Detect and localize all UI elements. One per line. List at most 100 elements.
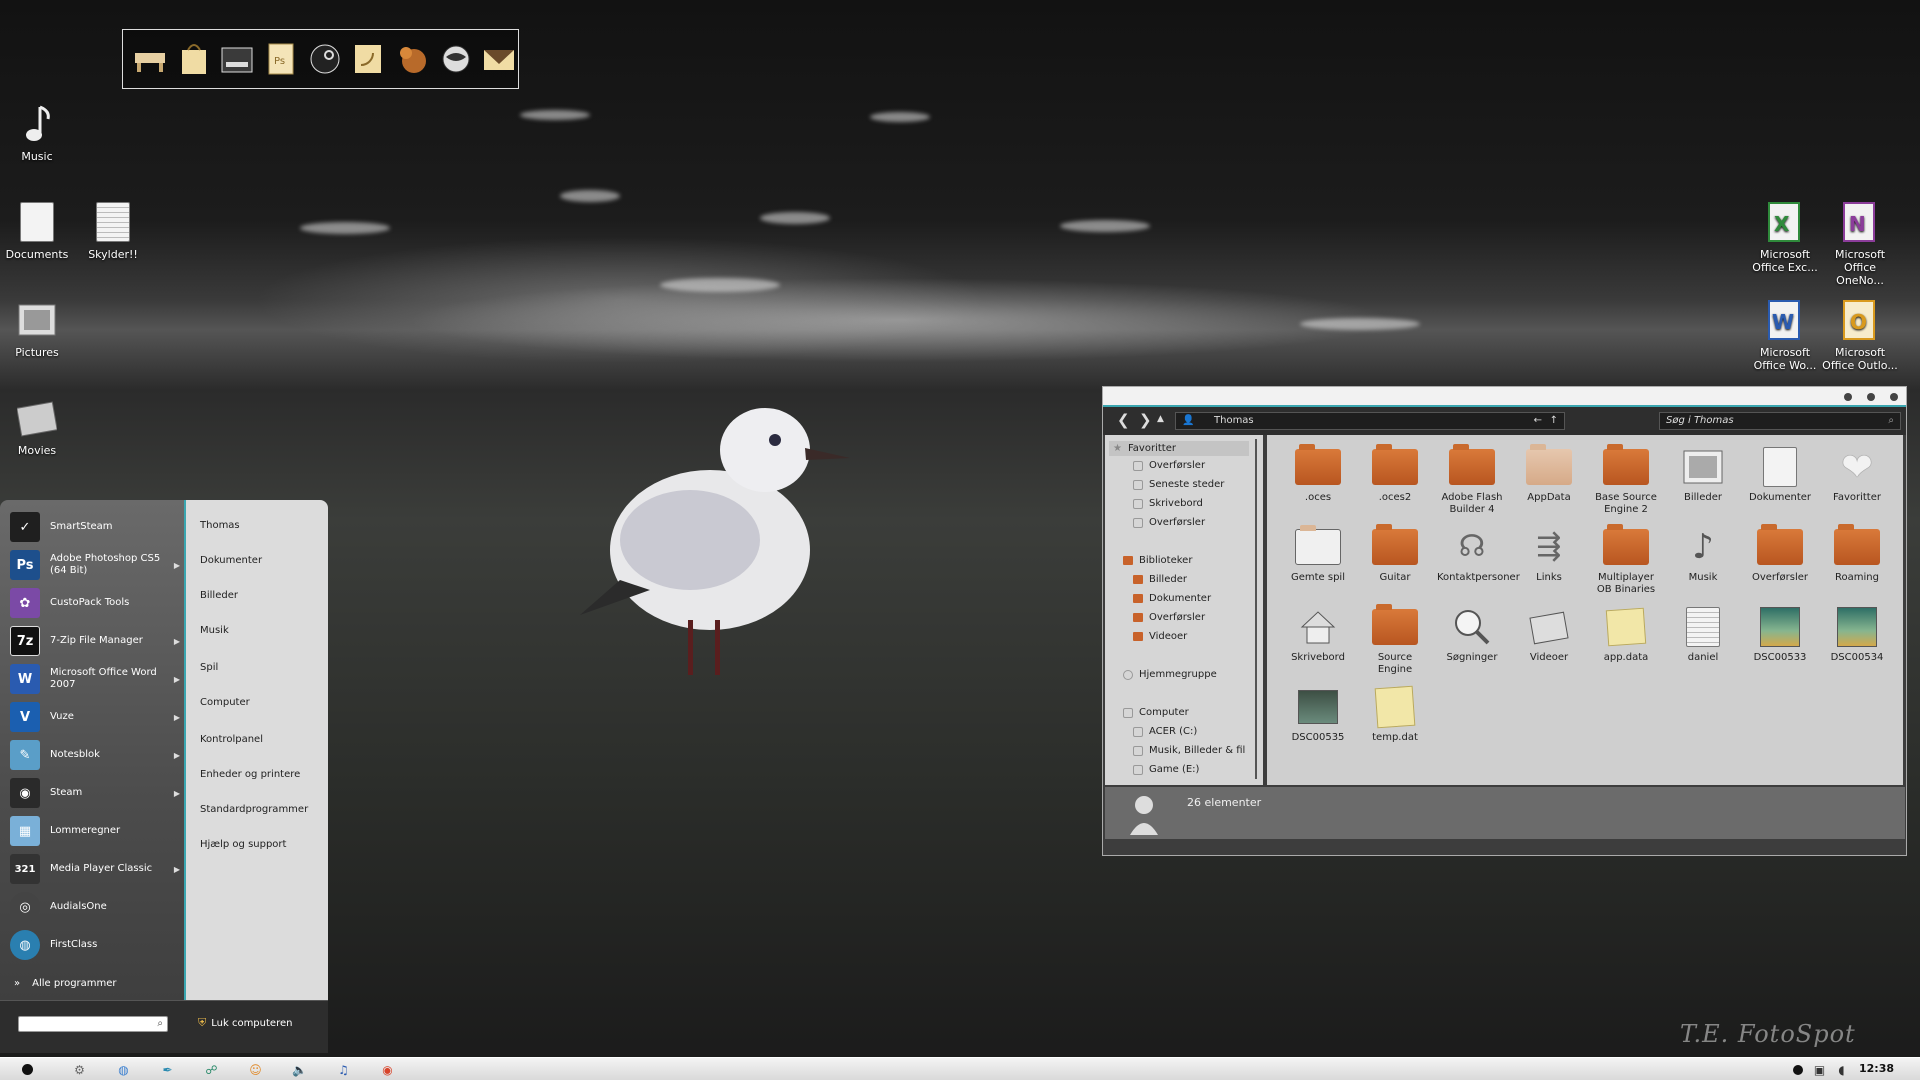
close-button[interactable]: [1890, 393, 1898, 401]
file-item[interactable]: DSC00533: [1745, 605, 1815, 664]
up-arrow-icon[interactable]: ↑: [1550, 413, 1558, 429]
file-item[interactable]: DSC00534: [1822, 605, 1892, 664]
network-icon[interactable]: ☍: [204, 1062, 219, 1077]
nav-seneste-steder[interactable]: Seneste steder: [1133, 479, 1224, 490]
nav-billeder[interactable]: Billeder: [1133, 574, 1187, 585]
desktop-icon-music[interactable]: Music: [0, 102, 77, 163]
program-vuze[interactable]: V Vuze ▶: [10, 700, 180, 734]
file-item[interactable]: ⇶ Links: [1514, 525, 1584, 584]
file-item[interactable]: Skrivebord: [1283, 605, 1353, 664]
back-arrow-icon[interactable]: ←: [1534, 413, 1542, 429]
start-link-enheder[interactable]: Enheder og printere: [200, 769, 300, 780]
start-search-input[interactable]: ⌕: [18, 1016, 168, 1032]
nav-drive-c[interactable]: ACER (C:): [1133, 726, 1197, 737]
file-item[interactable]: app.data: [1591, 605, 1661, 664]
chrome-icon[interactable]: ◉: [380, 1062, 395, 1077]
nav-skrivebord[interactable]: Skrivebord: [1133, 498, 1203, 509]
nav-hjemmegruppe[interactable]: Hjemmegruppe: [1123, 669, 1217, 680]
start-link-standardprogrammer[interactable]: Standardprogrammer: [200, 804, 308, 815]
globe-icon[interactable]: [437, 40, 475, 78]
file-item[interactable]: Adobe Flash Builder 4: [1437, 444, 1507, 516]
program-7zip[interactable]: 7z 7-Zip File Manager ▶: [10, 624, 180, 658]
nav-videoer[interactable]: Videoer: [1133, 631, 1187, 642]
start-link-kontrolpanel[interactable]: Kontrolpanel: [200, 734, 263, 745]
start-link-musik[interactable]: Musik: [200, 625, 229, 636]
volume-icon[interactable]: 🔈: [292, 1062, 307, 1077]
desktop-icon-documents[interactable]: Documents: [0, 200, 77, 261]
program-photoshop[interactable]: Ps Adobe Photoshop CS5 (64 Bit) ▶: [10, 548, 180, 582]
file-item[interactable]: ♪ Musik: [1668, 525, 1738, 584]
desktop-icon-pictures[interactable]: Pictures: [0, 298, 77, 359]
file-item[interactable]: Guitar: [1360, 524, 1430, 584]
nav-computer[interactable]: Computer: [1123, 707, 1189, 718]
program-notesblok[interactable]: ✎ Notesblok ▶: [10, 738, 180, 772]
file-item[interactable]: DSC00535: [1283, 685, 1353, 744]
address-bar[interactable]: 👤 Thomas ← ↑: [1175, 412, 1565, 430]
start-link-computer[interactable]: Computer: [200, 697, 250, 708]
steam-icon[interactable]: [306, 40, 344, 78]
desktop-icon-onenote[interactable]: N Microsoft Office OneNo...: [1820, 200, 1900, 287]
start-orb-icon[interactable]: [20, 1062, 35, 1077]
file-item[interactable]: Dokumenter: [1745, 445, 1815, 504]
explorer-search-input[interactable]: Søg i Thomas ⌕: [1659, 412, 1901, 430]
nav-biblioteker[interactable]: Biblioteker: [1123, 555, 1192, 566]
maximize-button[interactable]: [1867, 393, 1875, 401]
file-item[interactable]: Base Source Engine 2: [1591, 444, 1661, 516]
file-item[interactable]: Videoer: [1514, 605, 1584, 664]
file-item[interactable]: Source Engine: [1360, 604, 1430, 676]
program-word[interactable]: W Microsoft Office Word 2007 ▶: [10, 662, 180, 696]
back-icon[interactable]: ❮: [1117, 411, 1130, 429]
photoshop-doc-icon[interactable]: Ps: [262, 40, 300, 78]
tray-network-icon[interactable]: ▣: [1812, 1062, 1827, 1077]
bag-icon[interactable]: [175, 40, 213, 78]
start-link-spil[interactable]: Spil: [200, 662, 218, 673]
desktop-icon-movies[interactable]: Movies: [0, 396, 77, 457]
shutdown-button[interactable]: ⛨ Luk computeren: [198, 1016, 292, 1030]
desktop-icon-word[interactable]: W Microsoft Office Wo...: [1745, 298, 1825, 372]
recent-pages-icon[interactable]: ▲: [1157, 414, 1164, 424]
file-item[interactable]: .oces2: [1360, 444, 1430, 504]
music-icon[interactable]: ♫: [336, 1062, 351, 1077]
file-item[interactable]: Roaming: [1822, 524, 1892, 584]
program-media-player-classic[interactable]: 321 Media Player Classic ▶: [10, 852, 180, 886]
firefox-icon[interactable]: ☺: [248, 1062, 263, 1077]
explorer-titlebar[interactable]: [1103, 387, 1906, 407]
nav-scrollbar[interactable]: [1255, 439, 1257, 779]
file-item[interactable]: .oces: [1283, 444, 1353, 504]
nav-overforsler-2[interactable]: Overførsler: [1133, 517, 1205, 528]
file-item[interactable]: ☊ Kontaktpersoner: [1437, 525, 1520, 584]
forward-icon[interactable]: ❯: [1139, 411, 1152, 429]
file-item[interactable]: daniel: [1668, 605, 1738, 664]
drive-icon[interactable]: [218, 40, 256, 78]
start-link-dokumenter[interactable]: Dokumenter: [200, 555, 262, 566]
nav-overforsler[interactable]: Overførsler: [1133, 460, 1205, 471]
file-item[interactable]: Multiplayer OB Binaries: [1591, 524, 1661, 596]
file-item[interactable]: Gemte spil: [1283, 525, 1353, 584]
gear-icon[interactable]: ⚙: [72, 1062, 87, 1077]
desktop-icon-skylder[interactable]: Skylder!!: [73, 200, 153, 261]
minimize-button[interactable]: [1844, 393, 1852, 401]
squirrel-icon[interactable]: [393, 40, 431, 78]
program-audialsone[interactable]: ◎ AudialsOne: [10, 890, 180, 924]
file-item[interactable]: Billeder: [1668, 445, 1738, 504]
tray-circle-icon[interactable]: [1790, 1062, 1805, 1077]
program-smartsteam[interactable]: ✓ SmartSteam: [10, 510, 180, 544]
envelope-icon[interactable]: [480, 40, 518, 78]
nav-drive-d[interactable]: Musik, Billeder & fil: [1133, 745, 1245, 756]
start-link-billeder[interactable]: Billeder: [200, 590, 238, 601]
feather-icon[interactable]: ✒: [160, 1062, 175, 1077]
desktop-icon-excel[interactable]: X Microsoft Office Exc...: [1745, 200, 1825, 274]
rss-icon[interactable]: [349, 40, 387, 78]
program-custopack[interactable]: ✿ CustoPack Tools: [10, 586, 180, 620]
file-item[interactable]: ❤ Favoritter: [1822, 445, 1892, 504]
nav-drive-e[interactable]: Game (E:): [1133, 764, 1199, 775]
program-steam[interactable]: ◉ Steam ▶: [10, 776, 180, 810]
nav-overforsler-lib[interactable]: Overførsler: [1133, 612, 1205, 623]
program-lommeregner[interactable]: ▦ Lommeregner: [10, 814, 180, 848]
desk-icon[interactable]: [131, 40, 169, 78]
nav-favoritter[interactable]: ★ Favoritter: [1109, 441, 1249, 456]
clock[interactable]: 12:38: [1859, 1062, 1894, 1075]
start-link-thomas[interactable]: Thomas: [200, 520, 240, 531]
desktop-icon-outlook[interactable]: O Microsoft Office Outlo...: [1820, 298, 1900, 372]
file-item[interactable]: Overførsler: [1745, 524, 1815, 584]
